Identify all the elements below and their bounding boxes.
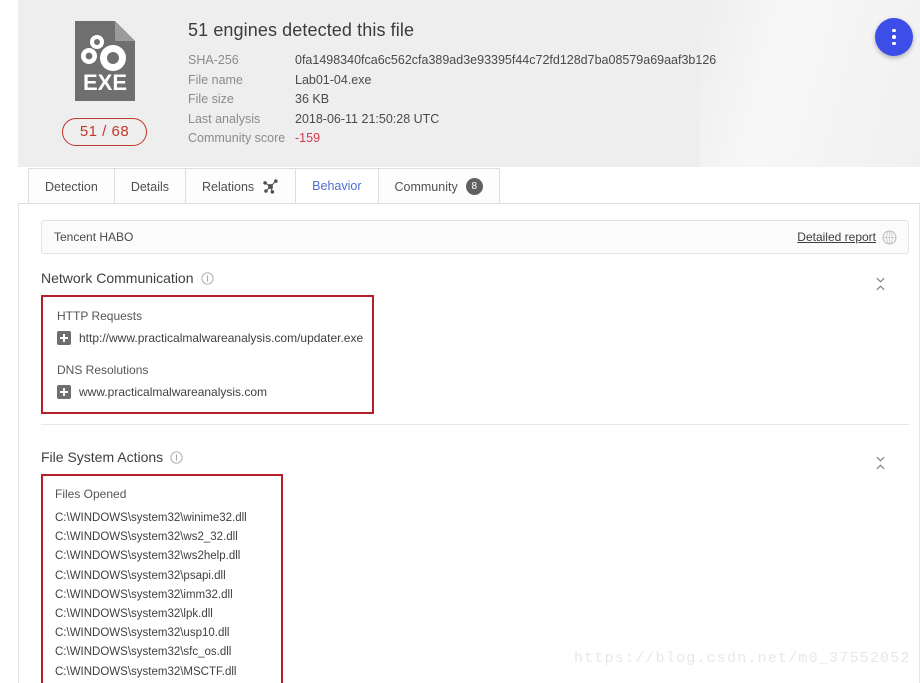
dns-resolutions-label: DNS Resolutions [57,363,149,377]
tab-relations[interactable]: Relations [185,168,297,204]
metadata-label: SHA-256 [188,53,239,67]
metadata-label: Last analysis [188,111,261,126]
list-item: C:\WINDOWS\system32\winime32.dll [55,512,247,524]
list-item: C:\WINDOWS\system32\MSCTF.dll [55,665,237,678]
chevron-down-icon [875,456,885,462]
list-item: C:\WINDOWS\system32\lpk.dll [55,608,213,621]
tab-label: Details [130,179,170,194]
detailed-report-link[interactable]: Detailed report [797,230,876,244]
list-item: C:\WINDOWS\system32\sfc_os.dll [55,646,232,659]
metadata-row-file-size: File size 36 KB [188,90,716,110]
dns-resolution-host: www.practicalmalwareanalysis.com [79,385,268,399]
http-requests-label: HTTP Requests [57,309,143,323]
metadata-label: File name [188,72,243,87]
metadata-row-community-score: Community score -159 [188,129,716,149]
chevron-down-icon [875,277,885,283]
network-communication-section: Network Communication HTTP Requests http… [19,254,919,433]
list-item: C:\WINDOWS\system32\ws2_32.dll [55,531,238,544]
tab-label: Behavior [312,179,362,193]
filesystem-section-collapse-toggle[interactable] [873,453,887,473]
section-divider [41,424,909,425]
filesystem-section-title: File System Actions [41,449,164,465]
globe-icon [882,230,897,244]
chevron-up-icon [875,464,885,470]
metadata-row-sha256: SHA-256 0fa1498340fca6c562cfa389ad3e9339… [188,51,716,71]
sandbox-source-bar: Tencent HABO Detailed report [41,220,909,254]
metadata-row-last-analysis: Last analysis 2018-06-11 21:50:28 UTC [188,110,716,130]
list-item: C:\WINDOWS\system32\ws2help.dll [55,550,241,563]
metadata-label: File size [188,92,234,107]
expand-plus-icon[interactable] [57,385,71,399]
files-opened-label: Files Opened [55,487,127,501]
more-vertical-icon [892,35,896,39]
filesystem-section-header: File System Actions [41,449,909,465]
expand-plus-icon[interactable] [57,331,71,345]
report-tab-bar[interactable]: Detection Details Relations Behavior Com… [28,168,500,204]
page-title: 51 engines detected this file [188,20,415,40]
http-request-url: http://www.practicalmalwareanalysis.com/… [79,331,364,345]
tab-details[interactable]: Details [113,168,187,204]
svg-text:EXE: EXE [82,70,126,95]
metadata-label: Community score [188,131,286,146]
file-type-indicator: EXE 51 / 68 [52,18,157,146]
more-actions-button[interactable] [875,18,913,56]
filesystem-highlight-box: Files Opened C:\WINDOWS\system32\winime3… [41,474,283,683]
tab-behavior[interactable]: Behavior [295,168,379,204]
virustotal-file-report-page: EXE 51 / 68 51 engines detected this fil… [0,0,920,683]
exe-file-icon: EXE [74,21,135,101]
info-icon[interactable] [170,450,183,464]
info-icon[interactable] [200,271,214,285]
metadata-value-community-score: -159 [295,131,321,146]
network-section-header: Network Communication [41,270,909,286]
watermark-text: https://blog.csdn.net/m0_37552052 [574,650,911,667]
detection-ratio-badge: 51 / 68 [61,118,148,146]
network-highlight-box: HTTP Requests http://www.practicalmalwar… [41,295,374,414]
files-opened-list: C:\WINDOWS\system32\winime32.dll C:\WIND… [55,509,269,683]
metadata-value-last-analysis: 2018-06-11 21:50:28 UTC [295,111,440,126]
more-vertical-icon [892,28,896,33]
network-section-title: Network Communication [41,270,194,286]
metadata-row-file-name: File name Lab01-04.exe [188,71,716,91]
dns-resolution-item[interactable]: www.practicalmalwareanalysis.com [57,385,358,399]
more-vertical-icon [892,41,896,46]
chevron-up-icon [875,285,885,291]
http-request-item[interactable]: http://www.practicalmalwareanalysis.com/… [57,331,363,345]
file-metadata-list: SHA-256 0fa1498340fca6c562cfa389ad3e9339… [188,51,716,149]
network-section-collapse-toggle[interactable] [873,274,887,294]
community-count-badge: 8 [465,178,483,195]
sandbox-report-link-group[interactable]: Detailed report [797,229,898,246]
metadata-value-file-size: 36 KB [295,92,330,107]
tab-label: Community [394,179,458,194]
tab-label: Relations [202,179,255,194]
tab-label: Detection [45,179,98,194]
file-system-actions-section: File System Actions Files Opened C:\WIND… [19,433,919,683]
metadata-value-file-name: Lab01-04.exe [295,72,372,87]
metadata-value-sha256: 0fa1498340fca6c562cfa389ad3e93395f44c72f… [295,53,717,67]
tab-detection[interactable]: Detection [28,168,115,204]
sandbox-name: Tencent HABO [54,230,134,244]
list-item: C:\WINDOWS\system32\usp10.dll [55,627,230,640]
node-graph-icon [263,179,278,194]
behavior-tab-content: Tencent HABO Detailed report Network Com… [18,204,920,683]
list-item: C:\WINDOWS\system32\psapi.dll [55,569,226,582]
list-item: C:\WINDOWS\system32\imm32.dll [55,588,233,601]
file-summary-header: EXE 51 / 68 51 engines detected this fil… [18,0,920,167]
tab-community[interactable]: Community 8 [377,168,500,204]
